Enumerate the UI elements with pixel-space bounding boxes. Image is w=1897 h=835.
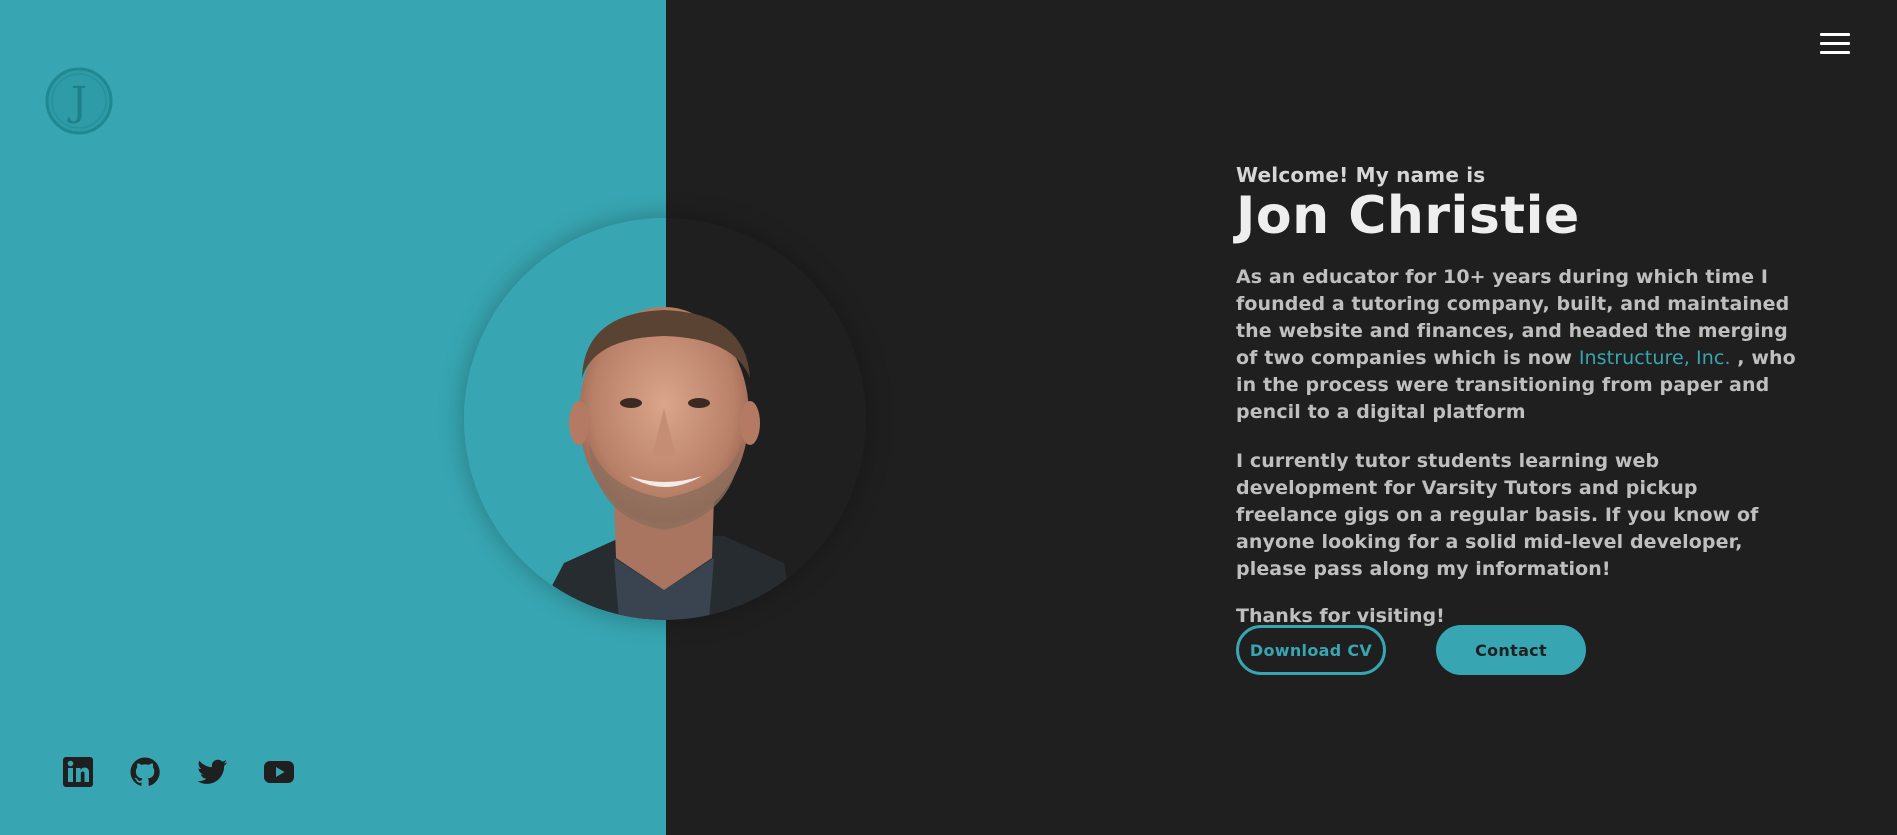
instructure-link[interactable]: Instructure, Inc. [1579, 347, 1731, 369]
greeting-text: Welcome! My name is [1236, 163, 1486, 187]
twitter-icon[interactable] [196, 756, 228, 788]
hero-name: Jon Christie [1236, 186, 1580, 246]
site-logo[interactable]: J [44, 66, 114, 136]
bio-paragraph-1: As an educator for 10+ years during whic… [1236, 264, 1796, 426]
profile-circle [464, 218, 866, 620]
hamburger-menu-icon[interactable] [1820, 33, 1854, 59]
youtube-icon[interactable] [263, 756, 295, 788]
bio-paragraph-2: I currently tutor students learning web … [1236, 449, 1759, 580]
download-cv-button[interactable]: Download CV [1236, 625, 1386, 675]
linkedin-icon[interactable] [62, 756, 94, 788]
page: J Welcome! My name is Jon Christie As an… [0, 0, 1897, 835]
contact-button[interactable]: Contact [1436, 625, 1586, 675]
logo-j-icon: J [45, 67, 113, 135]
intro-section: Welcome! My name is Jon Christie As an e… [1236, 163, 1796, 627]
profile-photo [534, 307, 794, 620]
thanks-text: Thanks for visiting! [1236, 604, 1445, 627]
github-icon[interactable] [129, 756, 161, 788]
